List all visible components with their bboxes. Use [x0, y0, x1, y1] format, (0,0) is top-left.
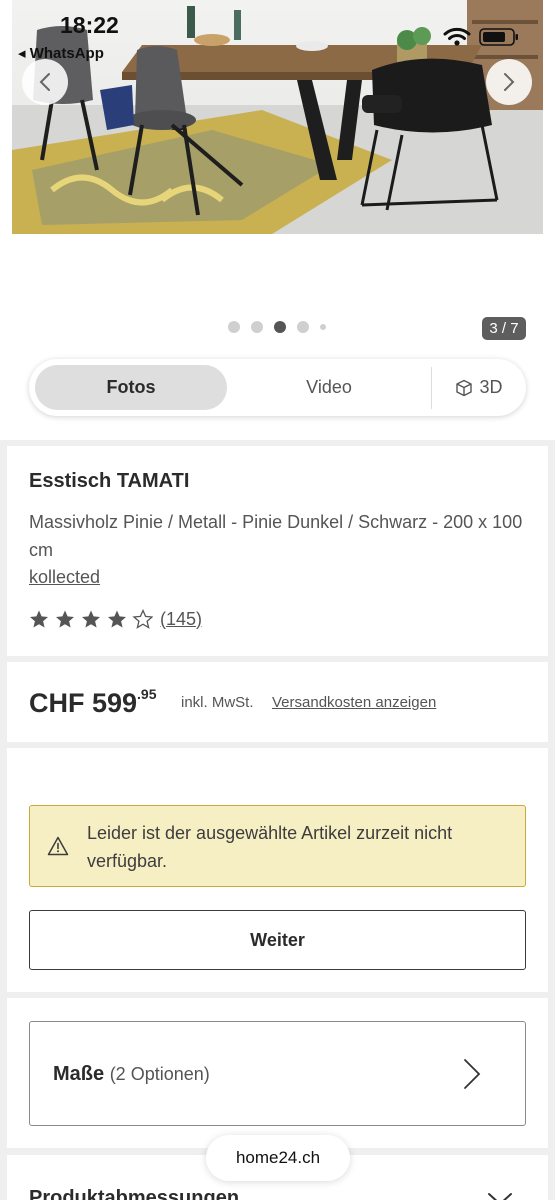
unavailable-alert: Leider ist der ausgewählte Artikel zurze…	[29, 805, 526, 887]
dimensions-title: Produktabmessungen	[29, 1187, 240, 1200]
gallery-pagination	[228, 321, 326, 333]
rating-count[interactable]: (145)	[160, 609, 202, 630]
star-rating-icon	[30, 609, 153, 629]
pagination-dot-active[interactable]	[274, 321, 286, 333]
price-amount: CHF 599	[29, 688, 138, 718]
pagination-dot[interactable]	[320, 324, 326, 330]
brand-link[interactable]: kollected	[29, 567, 100, 588]
product-description: Massivholz Pinie / Metall - Pinie Dunkel…	[29, 512, 523, 560]
tab-fotos[interactable]: Fotos	[35, 365, 227, 410]
warning-icon	[47, 836, 69, 856]
pagination-dot[interactable]	[297, 321, 309, 333]
availability-card: Leider ist der ausgewählte Artikel zurze…	[7, 748, 548, 992]
tab-divider	[431, 367, 432, 409]
continue-button[interactable]: Weiter	[29, 910, 526, 970]
price-cents: .95	[137, 686, 157, 702]
chevron-right-icon	[504, 73, 515, 91]
back-to-app-link[interactable]: ◂ WhatsApp	[18, 44, 104, 62]
tab-3d-label: 3D	[479, 377, 503, 397]
dimensions-option-selector[interactable]: Maße (2 Optionen)	[29, 1021, 526, 1126]
pagination-dot[interactable]	[228, 321, 240, 333]
status-bar: 18:22 ◂ WhatsApp	[0, 0, 555, 70]
media-tabs: Fotos Video 3D	[29, 359, 526, 416]
status-icons	[443, 27, 518, 46]
tab-3d[interactable]: 3D	[434, 365, 524, 410]
option-title: Maße	[53, 1063, 105, 1085]
chevron-down-icon	[488, 1193, 512, 1200]
gallery-next-button[interactable]	[486, 59, 532, 105]
option-label: Maße (2 Optionen)	[53, 1063, 210, 1086]
chevron-right-icon	[464, 1059, 481, 1089]
alert-message: Leider ist der ausgewählte Artikel zurze…	[87, 823, 453, 871]
shipping-costs-link[interactable]: Versandkosten anzeigen	[272, 694, 436, 711]
option-count: (2 Optionen)	[109, 1064, 210, 1084]
image-counter: 3 / 7	[482, 317, 526, 340]
pagination-dot[interactable]	[251, 321, 263, 333]
wifi-icon	[443, 27, 471, 46]
status-time: 18:22	[60, 12, 119, 38]
tab-video[interactable]: Video	[229, 365, 429, 410]
product-gallery: 18:22 ◂ WhatsApp 3 / 7 Fotos Video 3D	[0, 0, 555, 440]
product-title: Esstisch TAMATI	[29, 470, 190, 492]
cube-icon	[456, 379, 473, 396]
browser-url-bar[interactable]: home24.ch	[206, 1135, 350, 1181]
battery-icon	[479, 28, 518, 46]
price: CHF 599.95	[29, 686, 157, 719]
options-card: Maße (2 Optionen)	[7, 998, 548, 1148]
price-card: CHF 599.95 inkl. MwSt. Versandkosten anz…	[7, 662, 548, 742]
vat-note: inkl. MwSt.	[181, 694, 254, 711]
product-info-card: Esstisch TAMATI Massivholz Pinie / Metal…	[7, 446, 548, 656]
chevron-left-icon	[39, 73, 50, 91]
gallery-prev-button[interactable]	[22, 59, 68, 105]
rating[interactable]: (145)	[29, 608, 202, 630]
